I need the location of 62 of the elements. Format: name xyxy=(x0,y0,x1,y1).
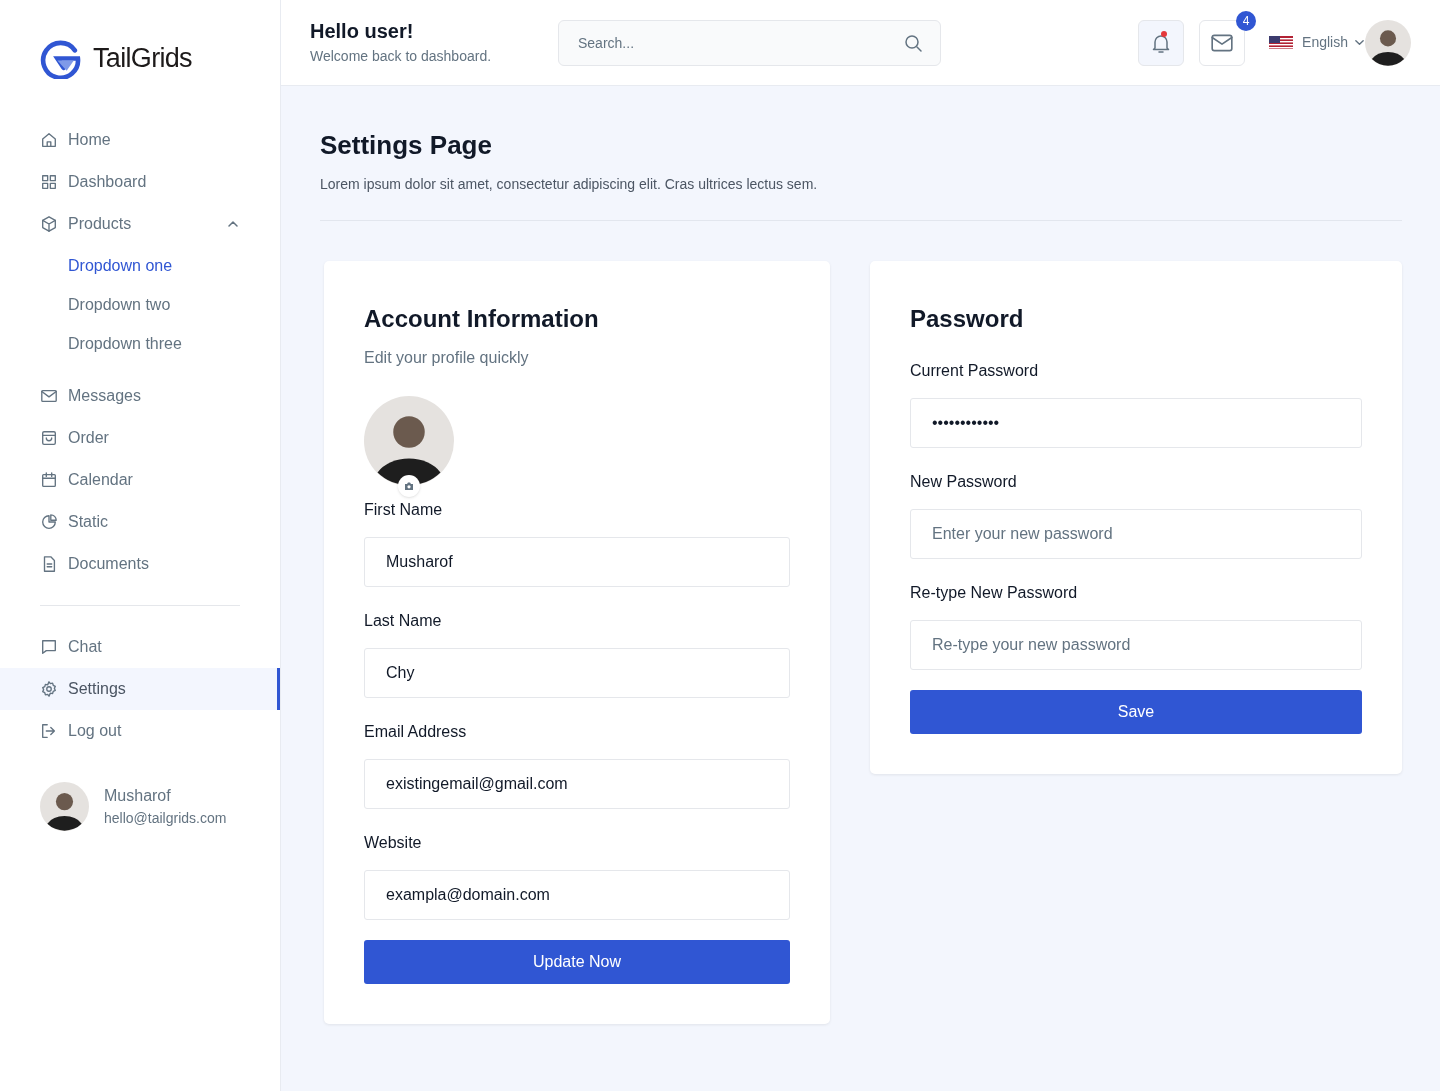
input-field[interactable]: Musharof xyxy=(364,537,790,587)
nav-item[interactable]: Messages xyxy=(0,375,280,417)
nav-item[interactable]: Log out xyxy=(0,710,280,752)
submenu-item[interactable]: Dropdown two xyxy=(0,285,280,324)
notifications-button[interactable] xyxy=(1138,19,1185,66)
field-label: Re-type New Password xyxy=(910,583,1079,603)
greeting: Hello user! xyxy=(310,18,415,44)
field-label: Current Password xyxy=(910,361,1040,381)
nav-item[interactable]: Documents xyxy=(0,543,280,585)
profile-avatar[interactable] xyxy=(1365,19,1411,66)
nav-item[interactable]: Static xyxy=(0,501,280,543)
calendar-icon xyxy=(40,471,58,489)
field-label: Website xyxy=(364,833,423,853)
search-icon xyxy=(903,32,923,53)
card-subtitle: Edit your profile quickly xyxy=(364,348,530,368)
settings-icon xyxy=(40,680,58,698)
user-email: hello@tailgrids.com xyxy=(104,809,227,828)
search-field[interactable]: Search... xyxy=(558,19,941,66)
grid-icon xyxy=(40,173,58,191)
card-title: Account Information xyxy=(364,304,600,334)
update-button[interactable]: Update Now xyxy=(364,940,790,984)
camera-button[interactable] xyxy=(398,475,420,497)
chat-bubble-icon xyxy=(40,638,58,656)
nav-item[interactable]: Home xyxy=(0,119,280,161)
input-field[interactable]: existingemail@gmail.com xyxy=(364,759,790,809)
camera-icon xyxy=(404,481,414,491)
nav-item[interactable]: Chat xyxy=(0,626,280,668)
nav-item[interactable]: Settings xyxy=(0,668,280,710)
input-field[interactable]: exampla@domain.com xyxy=(364,870,790,920)
input-field[interactable]: Re-type your new password xyxy=(910,620,1362,670)
brand-name: TailGrids xyxy=(93,42,192,76)
save-button[interactable]: Save xyxy=(910,690,1362,734)
field-label: New Password xyxy=(910,472,1018,492)
cube-icon xyxy=(40,215,58,233)
submenu-item[interactable]: Dropdown three xyxy=(0,324,280,363)
field-label: Email Address xyxy=(364,722,468,742)
chevron-down-icon xyxy=(1354,37,1365,48)
submenu-item[interactable]: Dropdown one xyxy=(0,246,280,285)
nav-item[interactable]: Dashboard xyxy=(0,161,280,203)
pie-chart-icon xyxy=(40,513,58,531)
language-selector[interactable]: English xyxy=(1269,32,1365,53)
user-name: Musharof xyxy=(104,786,172,806)
nav-item[interactable]: Order xyxy=(0,417,280,459)
home-icon xyxy=(40,131,58,149)
page-description: Lorem ipsum dolor sit amet, consectetur adipiscing elit. Cras ultrices lectus sem. xyxy=(320,174,1402,221)
nav-item[interactable]: Calendar xyxy=(0,459,280,501)
card-title: Password xyxy=(910,304,1025,334)
avatar xyxy=(40,782,89,831)
page-title: Settings Page xyxy=(320,129,493,162)
nav-item[interactable]: Products xyxy=(0,203,280,245)
message-count-badge: 4 xyxy=(1236,10,1257,31)
welcome-text: Welcome back to dashboard. xyxy=(310,46,493,66)
logout-icon xyxy=(40,722,58,740)
envelope-icon xyxy=(40,387,58,405)
logo-icon xyxy=(40,38,81,79)
flag-icon xyxy=(1269,36,1294,49)
input-field[interactable]: Enter your new password xyxy=(910,509,1362,559)
input-field[interactable]: •••••••••••• xyxy=(910,398,1362,448)
input-field[interactable]: Chy xyxy=(364,648,790,698)
field-label: First Name xyxy=(364,500,444,520)
bag-icon xyxy=(40,429,58,447)
field-label: Last Name xyxy=(364,611,443,631)
